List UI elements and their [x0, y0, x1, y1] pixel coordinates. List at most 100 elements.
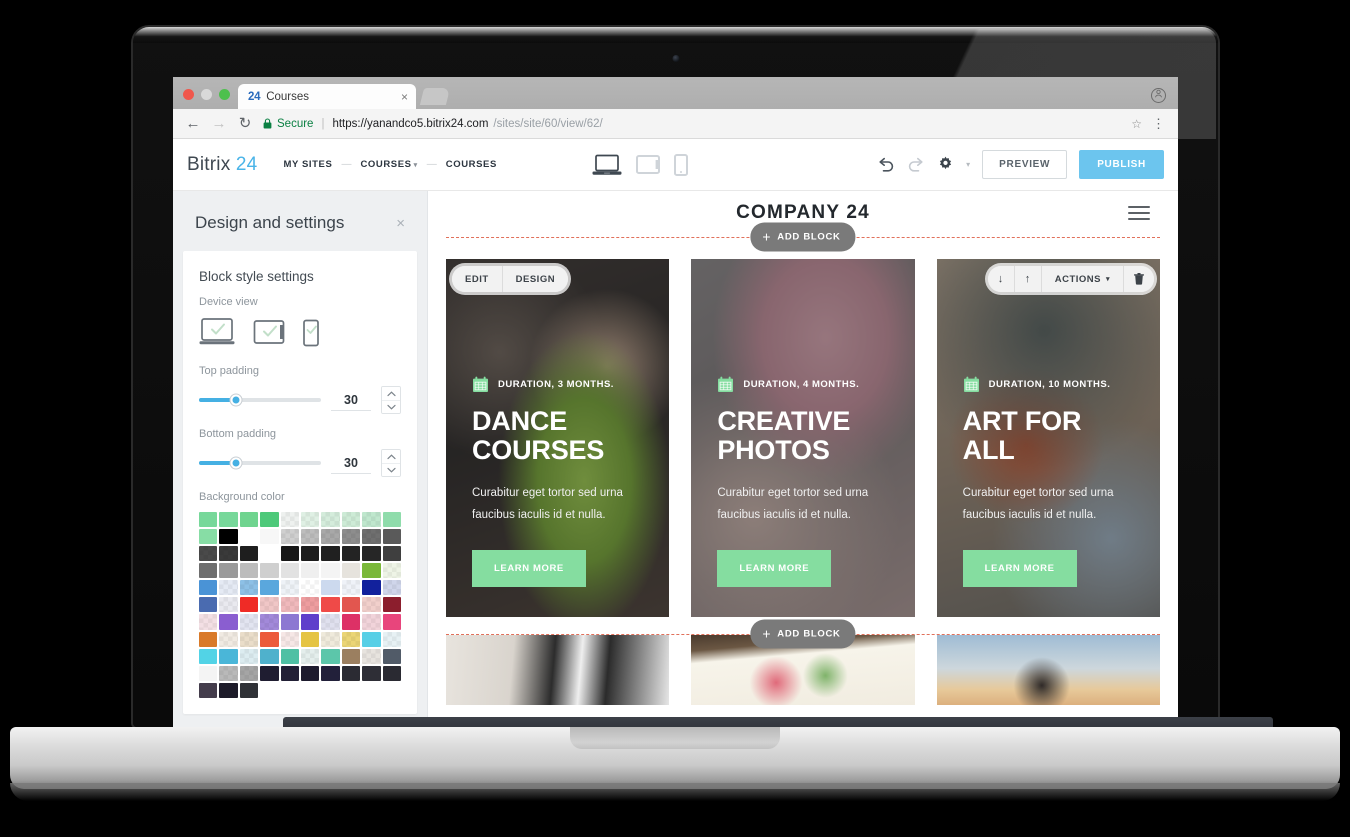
more-options-caret-icon[interactable]: ▾ [966, 160, 970, 169]
color-swatch[interactable] [300, 529, 320, 545]
maximize-window-button[interactable] [219, 89, 230, 100]
course-card[interactable]: DURATION, 4 MONTHS. CREATIVE PHOTOS Curabi… [691, 259, 915, 617]
add-block-button-top[interactable]: + ADD BLOCK [750, 222, 856, 252]
color-swatch[interactable] [341, 563, 361, 579]
color-swatch[interactable] [199, 529, 218, 545]
color-swatch[interactable] [341, 631, 361, 647]
delete-block-button[interactable] [1123, 266, 1154, 292]
top-padding-increment[interactable] [382, 387, 400, 400]
color-swatch[interactable] [321, 512, 340, 528]
color-swatch[interactable] [321, 665, 340, 681]
color-swatch[interactable] [239, 682, 259, 698]
browser-tab[interactable]: 24 Courses × [238, 84, 416, 109]
color-swatch[interactable] [382, 580, 401, 596]
color-swatch[interactable] [219, 631, 238, 647]
bookmark-star-icon[interactable]: ☆ [1131, 117, 1142, 131]
color-swatch[interactable] [219, 529, 238, 545]
color-swatch[interactable] [280, 648, 299, 664]
color-swatch[interactable] [199, 665, 218, 681]
color-swatch[interactable] [260, 665, 279, 681]
color-swatch[interactable] [300, 546, 320, 562]
color-swatch[interactable] [341, 648, 361, 664]
color-swatch[interactable] [382, 563, 401, 579]
learn-more-button[interactable]: LEARN MORE [962, 550, 1077, 587]
color-swatch[interactable] [280, 580, 299, 596]
bottom-padding-decrement[interactable] [382, 463, 400, 476]
learn-more-button[interactable]: LEARN MORE [472, 550, 586, 587]
bottom-padding-slider-knob[interactable] [230, 457, 242, 469]
color-swatch[interactable] [260, 512, 279, 528]
color-swatch[interactable] [280, 529, 299, 545]
color-swatch[interactable] [199, 563, 218, 579]
minimize-window-button[interactable] [201, 89, 212, 100]
forward-button[interactable]: → [211, 116, 227, 131]
color-swatch[interactable] [321, 580, 340, 596]
color-swatch[interactable] [199, 597, 218, 613]
color-swatch[interactable] [219, 563, 238, 579]
background-color-palette[interactable] [199, 512, 401, 698]
back-button[interactable]: ← [185, 116, 201, 131]
top-padding-decrement[interactable] [382, 400, 400, 413]
color-swatch[interactable] [300, 512, 320, 528]
color-swatch[interactable] [321, 546, 340, 562]
color-swatch[interactable] [219, 546, 238, 562]
desktop-view-icon[interactable] [592, 154, 622, 176]
color-swatch[interactable] [321, 614, 340, 630]
color-swatch[interactable] [239, 665, 259, 681]
color-swatch[interactable] [382, 546, 401, 562]
bottom-padding-increment[interactable] [382, 450, 400, 463]
color-swatch[interactable] [341, 546, 361, 562]
actions-dropdown-button[interactable]: ACTIONS ▾ [1040, 266, 1123, 292]
edit-button[interactable]: EDIT [452, 266, 502, 292]
color-swatch[interactable] [199, 631, 218, 647]
color-swatch[interactable] [341, 665, 361, 681]
color-swatch[interactable] [280, 597, 299, 613]
breadcrumb-courses-dropdown[interactable]: COURSES ▾ [360, 159, 417, 170]
color-swatch[interactable] [219, 682, 238, 698]
move-block-down-button[interactable]: ↓ [987, 266, 1014, 292]
color-swatch[interactable] [341, 614, 361, 630]
profile-avatar-icon[interactable] [1151, 88, 1166, 103]
color-swatch[interactable] [239, 580, 259, 596]
color-swatch[interactable] [260, 580, 279, 596]
device-option-tablet[interactable] [253, 319, 287, 347]
device-option-laptop[interactable] [199, 317, 239, 347]
color-swatch[interactable] [362, 648, 381, 664]
preview-button[interactable]: PREVIEW [982, 150, 1068, 179]
color-swatch[interactable] [199, 682, 218, 698]
color-swatch[interactable] [219, 648, 238, 664]
breadcrumb-my-sites[interactable]: MY SITES [283, 159, 332, 170]
color-swatch[interactable] [362, 631, 381, 647]
color-swatch[interactable] [260, 546, 279, 562]
color-swatch[interactable] [382, 665, 401, 681]
color-swatch[interactable] [260, 614, 279, 630]
device-option-mobile[interactable] [301, 319, 321, 347]
color-swatch[interactable] [239, 546, 259, 562]
redo-button[interactable] [907, 157, 925, 173]
color-swatch[interactable] [300, 665, 320, 681]
course-card[interactable]: DURATION, 3 MONTHS. DANCE COURSES Curabitu… [446, 259, 670, 617]
top-padding-slider[interactable] [199, 394, 321, 406]
color-swatch[interactable] [239, 631, 259, 647]
color-swatch[interactable] [362, 563, 381, 579]
color-swatch[interactable] [341, 529, 361, 545]
color-swatch[interactable] [260, 529, 279, 545]
close-tab-icon[interactable]: × [401, 91, 408, 103]
color-swatch[interactable] [199, 546, 218, 562]
color-swatch[interactable] [382, 648, 401, 664]
color-swatch[interactable] [199, 614, 218, 630]
color-swatch[interactable] [362, 614, 381, 630]
color-swatch[interactable] [239, 563, 259, 579]
color-swatch[interactable] [239, 614, 259, 630]
close-window-button[interactable] [183, 89, 194, 100]
color-swatch[interactable] [300, 597, 320, 613]
color-swatch[interactable] [382, 631, 401, 647]
color-swatch[interactable] [362, 580, 381, 596]
bottom-padding-slider[interactable] [199, 457, 321, 469]
color-swatch[interactable] [219, 665, 238, 681]
color-swatch[interactable] [321, 597, 340, 613]
color-swatch[interactable] [280, 563, 299, 579]
reload-button[interactable]: ↻ [237, 116, 253, 131]
color-swatch[interactable] [382, 512, 401, 528]
color-swatch[interactable] [362, 512, 381, 528]
